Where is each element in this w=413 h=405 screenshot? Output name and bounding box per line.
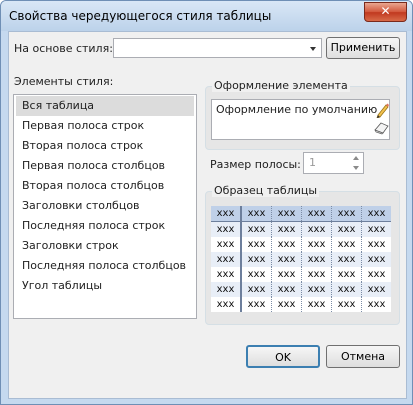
stripe-size-label: Размер полосы: — [210, 158, 301, 171]
chevron-down-icon — [310, 47, 316, 51]
sample-cell: xxx — [361, 221, 391, 237]
based-on-label: На основе стиля: — [14, 42, 113, 55]
table-row: xxx xxx xxx xxx xxx xxx — [211, 221, 391, 237]
element-formatting-group: Оформление элемента Оформление по умолча… — [205, 79, 400, 150]
style-elements-list: Вся таблица Первая полоса строк Вторая п… — [13, 94, 197, 319]
sample-cell: xxx — [241, 206, 272, 222]
dialog-body: На основе стиля: Применить Элементы стил… — [8, 31, 407, 399]
sample-cell: xxx — [211, 206, 242, 222]
window-title: Свойства чередующегося стиля таблицы — [9, 9, 272, 23]
table-row: xxx xxx xxx xxx xxx xxx — [211, 297, 391, 312]
sample-cell: xxx — [331, 282, 362, 297]
list-item-table-corner[interactable]: Угол таблицы — [16, 276, 194, 296]
sample-cell: xxx — [361, 252, 391, 267]
based-on-style-combobox[interactable] — [113, 38, 322, 58]
sample-cell: xxx — [211, 221, 242, 237]
list-item-second-row-stripe[interactable]: Вторая полоса строк — [16, 136, 194, 156]
close-button[interactable]: ✕ — [364, 2, 407, 22]
table-row: xxx xxx xxx xxx xxx xxx — [211, 282, 391, 297]
table-row: xxx xxx xxx xxx xxx xxx — [211, 206, 391, 222]
sample-cell: xxx — [211, 267, 242, 282]
sample-cell: xxx — [301, 237, 332, 252]
table-row: xxx xxx xxx xxx xxx xxx — [211, 267, 391, 282]
sample-cell: xxx — [241, 221, 272, 237]
sample-cell: xxx — [301, 282, 332, 297]
title-bar[interactable]: Свойства чередующегося стиля таблицы ✕ — [1, 1, 412, 31]
table-sample-label: Образец таблицы — [212, 184, 320, 197]
sample-cell: xxx — [271, 221, 302, 237]
sample-cell: xxx — [361, 237, 391, 252]
close-icon: ✕ — [380, 4, 391, 18]
sample-cell: xxx — [241, 237, 272, 252]
sample-cell: xxx — [361, 297, 391, 312]
sample-cell: xxx — [271, 282, 302, 297]
sample-cell: xxx — [361, 267, 391, 282]
sample-cell: xxx — [271, 252, 302, 267]
sample-cell: xxx — [211, 282, 242, 297]
sample-cell: xxx — [271, 297, 302, 312]
sample-cell: xxx — [331, 206, 362, 222]
sample-cell: xxx — [331, 267, 362, 282]
cancel-button[interactable]: Отмена — [326, 345, 400, 368]
sample-cell: xxx — [301, 206, 332, 222]
style-elements-label: Элементы стиля: — [14, 75, 114, 88]
ok-button[interactable]: OK — [246, 345, 320, 368]
list-item-first-row-stripe[interactable]: Первая полоса строк — [16, 116, 194, 136]
sample-table: xxx xxx xxx xxx xxx xxx xxx xxx xxx xxx xxx xxx xx… — [211, 206, 391, 312]
sample-cell: xxx — [211, 237, 242, 252]
apply-button[interactable]: Применить — [326, 37, 400, 59]
table-row: xxx xxx xxx xxx xxx xxx — [211, 237, 391, 252]
sample-cell: xxx — [331, 297, 362, 312]
list-item-whole-table[interactable]: Вся таблица — [16, 96, 194, 116]
sample-cell: xxx — [331, 221, 362, 237]
list-item-row-headers[interactable]: Заголовки строк — [16, 236, 194, 256]
sample-cell: xxx — [211, 252, 242, 267]
sample-cell: xxx — [241, 297, 272, 312]
sample-cell: xxx — [241, 252, 272, 267]
sample-cell: xxx — [301, 221, 332, 237]
sample-cell: xxx — [361, 282, 391, 297]
sample-cell: xxx — [361, 206, 391, 222]
sample-cell: xxx — [241, 267, 272, 282]
list-item-last-column-stripe[interactable]: Последняя полоса столбцов — [16, 256, 194, 276]
chevron-up-icon[interactable] — [353, 156, 359, 160]
sample-cell: xxx — [271, 267, 302, 282]
stripe-size-spinner[interactable]: 1 — [303, 152, 364, 174]
formatting-value: Оформление по умолчанию — [216, 103, 378, 116]
sample-cell: xxx — [301, 252, 332, 267]
stripe-size-value: 1 — [309, 156, 316, 169]
formatting-preview: Оформление по умолчанию — [211, 99, 390, 140]
sample-cell: xxx — [241, 282, 272, 297]
sample-cell: xxx — [301, 297, 332, 312]
pencil-icon[interactable] — [375, 102, 389, 121]
table-row: xxx xxx xxx xxx xxx xxx — [211, 252, 391, 267]
list-item-first-column-stripe[interactable]: Первая полоса столбцов — [16, 156, 194, 176]
list-item-second-column-stripe[interactable]: Вторая полоса столбцов — [16, 176, 194, 196]
sample-cell: xxx — [271, 206, 302, 222]
sample-cell: xxx — [331, 252, 362, 267]
sample-cell: xxx — [331, 237, 362, 252]
eraser-icon[interactable] — [374, 121, 390, 138]
sample-cell: xxx — [271, 237, 302, 252]
list-item-last-row-stripe[interactable]: Последняя полоса строк — [16, 216, 194, 236]
dialog-window: Свойства чередующегося стиля таблицы ✕ Н… — [0, 0, 413, 405]
element-formatting-label: Оформление элемента — [212, 79, 350, 92]
sample-cell: xxx — [301, 267, 332, 282]
sample-cell: xxx — [211, 297, 242, 312]
table-sample-group: Образец таблицы xxx xxx xxx xxx xxx xxx xxx xx… — [205, 184, 400, 325]
chevron-down-icon[interactable] — [353, 166, 359, 170]
list-item-column-headers[interactable]: Заголовки столбцов — [16, 196, 194, 216]
